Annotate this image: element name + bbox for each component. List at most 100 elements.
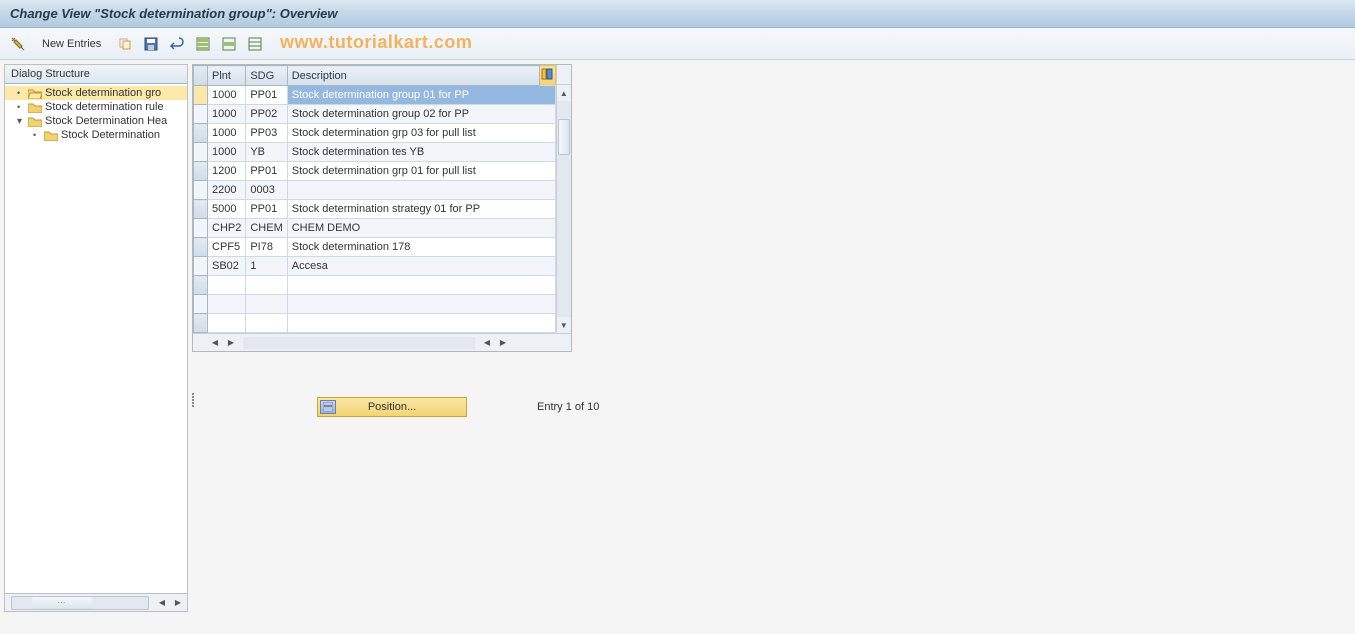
table-row[interactable]: 1000PP03Stock determination grp 03 for p… [194,124,556,143]
cell-sdg[interactable] [246,295,287,314]
cell-description[interactable]: Stock determination group 01 for PP [287,86,555,105]
table-row[interactable] [194,295,556,314]
cell-description[interactable]: Stock determination grp 01 for pull list [287,162,555,181]
cell-plnt[interactable]: CPF5 [208,238,246,257]
tree-item-stock-det-rule[interactable]: • Stock determination rule [5,100,187,114]
scroll-left-icon[interactable]: ◀ [480,336,494,350]
row-select-header[interactable] [194,66,208,86]
scroll-up-icon[interactable]: ▲ [557,85,571,101]
cell-description[interactable]: Stock determination 178 [287,238,555,257]
row-select-cell[interactable] [194,219,208,238]
cell-sdg[interactable]: PP03 [246,124,287,143]
cell-description[interactable] [287,314,555,333]
table-row[interactable] [194,276,556,295]
table-row[interactable]: 1000PP01Stock determination group 01 for… [194,86,556,105]
row-select-cell[interactable] [194,86,208,105]
new-entries-button[interactable]: New Entries [34,36,109,52]
row-select-cell[interactable] [194,143,208,162]
col-header-plnt[interactable]: Plnt [208,66,246,86]
cell-sdg[interactable] [246,276,287,295]
tree-label: Stock Determination Hea [45,115,167,127]
splitter-handle[interactable] [190,380,196,420]
cell-plnt[interactable]: 1000 [208,105,246,124]
row-select-cell[interactable] [194,295,208,314]
cell-description[interactable]: Stock determination group 02 for PP [287,105,555,124]
cell-sdg[interactable]: PI78 [246,238,287,257]
deselect-all-icon[interactable] [245,34,265,54]
configure-table-icon[interactable] [539,66,555,86]
vscroll-track[interactable] [557,101,571,317]
row-select-cell[interactable] [194,276,208,295]
cell-sdg[interactable]: CHEM [246,219,287,238]
cell-plnt[interactable]: 1200 [208,162,246,181]
cell-plnt[interactable]: 1000 [208,124,246,143]
vscroll-thumb[interactable] [558,119,570,155]
select-block-icon[interactable] [219,34,239,54]
cell-description[interactable]: Stock determination tes YB [287,143,555,162]
cell-sdg[interactable]: 0003 [246,181,287,200]
cell-plnt[interactable] [208,314,246,333]
cell-description[interactable]: Stock determination grp 03 for pull list [287,124,555,143]
cell-description[interactable]: Accesa [287,257,555,276]
cell-description[interactable] [287,276,555,295]
table-row[interactable]: 22000003 [194,181,556,200]
scroll-right-icon[interactable]: ▶ [171,596,185,610]
table-row[interactable]: CPF5PI78Stock determination 178 [194,238,556,257]
cell-plnt[interactable]: CHP2 [208,219,246,238]
scroll-right-icon[interactable]: ▶ [496,336,510,350]
table-row[interactable]: CHP2CHEMCHEM DEMO [194,219,556,238]
row-select-cell[interactable] [194,181,208,200]
table-row[interactable]: 1000PP02Stock determination group 02 for… [194,105,556,124]
table-row[interactable]: 1000YBStock determination tes YB [194,143,556,162]
toolbar: New Entries www.tutorialkart.com [0,28,1355,60]
row-select-cell[interactable] [194,314,208,333]
row-select-cell[interactable] [194,105,208,124]
table-row[interactable] [194,314,556,333]
cell-sdg[interactable] [246,314,287,333]
table-row[interactable]: 1200PP01Stock determination grp 01 for p… [194,162,556,181]
row-select-cell[interactable] [194,124,208,143]
cell-sdg[interactable]: PP01 [246,162,287,181]
cell-sdg[interactable]: PP01 [246,200,287,219]
row-select-cell[interactable] [194,238,208,257]
scroll-left-icon[interactable]: ◀ [155,596,169,610]
undo-icon[interactable] [167,34,187,54]
cell-plnt[interactable] [208,295,246,314]
select-all-icon[interactable] [193,34,213,54]
hscroll-track[interactable] [243,337,475,349]
expand-icon[interactable]: ▾ [17,116,25,127]
cell-plnt[interactable]: 1000 [208,143,246,162]
table-row[interactable]: SB021Accesa [194,257,556,276]
cell-description[interactable] [287,181,555,200]
cell-plnt[interactable] [208,276,246,295]
cell-sdg[interactable]: 1 [246,257,287,276]
cell-plnt[interactable]: 5000 [208,200,246,219]
scroll-right-icon[interactable]: ▶ [224,336,238,350]
tree-item-stock-det-group[interactable]: • Stock determination gro [5,86,187,100]
hscroll-track[interactable]: ⋯ [11,596,149,610]
save-icon[interactable] [141,34,161,54]
tree-item-stock-det-header[interactable]: ▾ Stock Determination Hea [5,114,187,128]
row-select-cell[interactable] [194,162,208,181]
col-header-desc[interactable]: Description [287,66,539,86]
table-row[interactable]: 5000PP01Stock determination strategy 01 … [194,200,556,219]
copy-icon[interactable] [115,34,135,54]
toggle-icon[interactable] [8,34,28,54]
row-select-cell[interactable] [194,200,208,219]
cell-sdg[interactable]: PP02 [246,105,287,124]
scroll-down-icon[interactable]: ▼ [557,317,571,333]
scroll-left-icon[interactable]: ◀ [208,336,222,350]
tree-item-stock-det-child[interactable]: • Stock Determination [5,128,187,142]
cell-sdg[interactable]: YB [246,143,287,162]
position-button[interactable]: Position... [317,397,467,417]
col-header-sdg[interactable]: SDG [246,66,287,86]
cell-plnt[interactable]: SB02 [208,257,246,276]
cell-plnt[interactable]: 1000 [208,86,246,105]
hscroll-thumb[interactable]: ⋯ [32,597,92,609]
cell-description[interactable] [287,295,555,314]
cell-description[interactable]: CHEM DEMO [287,219,555,238]
cell-plnt[interactable]: 2200 [208,181,246,200]
cell-sdg[interactable]: PP01 [246,86,287,105]
cell-description[interactable]: Stock determination strategy 01 for PP [287,200,555,219]
row-select-cell[interactable] [194,257,208,276]
